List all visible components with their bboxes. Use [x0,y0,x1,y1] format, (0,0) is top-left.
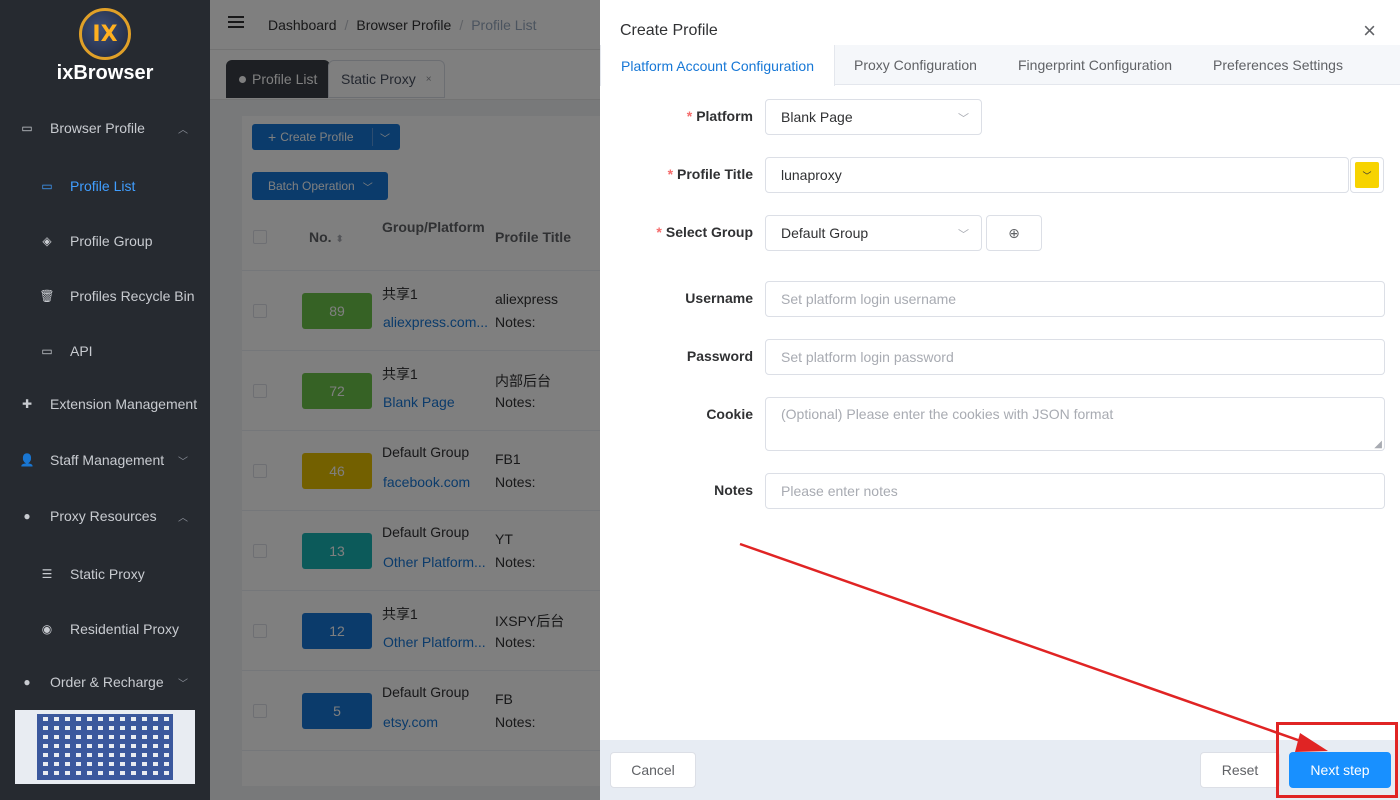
tab-proxy-configuration[interactable]: Proxy Configuration [834,45,997,85]
sidebar-item-staff-management[interactable]: 👤 Staff Management ﹀ [0,440,210,480]
notes-placeholder: Please enter notes [781,483,898,499]
chevron-down-icon: ﹀ [1355,162,1379,188]
sidebar-item-api[interactable]: ▭ API [0,331,210,371]
group-value: Default Group [781,225,869,241]
username-label: Username [685,290,753,306]
sidebar-item-label: Extension Management [50,396,198,412]
sidebar-item-label: Static Proxy [70,566,145,582]
profile-title-value: lunaproxy [781,167,842,183]
sidebar-item-recycle-bin[interactable]: 🗑 Profiles Recycle Bin [0,276,210,316]
plus-circle-icon: ⊕ [1008,224,1020,241]
chevron-down-icon: ﹀ [958,229,969,241]
notes-label: Notes [714,482,753,498]
sidebar-item-label: Residential Proxy [70,621,179,637]
chevron-up-icon: ︿ [178,512,188,524]
resize-handle-icon[interactable]: ◢ [1374,439,1382,450]
profile-title-input[interactable]: lunaproxy [765,157,1349,193]
username-placeholder: Set platform login username [781,291,957,307]
select-group-label: * Select Group [656,224,753,240]
modal-overlay[interactable] [210,0,600,800]
calendar-icon: ▭ [41,344,53,358]
sidebar-item-label: Profiles Recycle Bin [70,288,195,304]
dashboard-icon: ◉ [41,622,53,636]
sidebar-item-label: Staff Management [50,452,165,468]
sidebar-item-label: Order & Recharge [50,674,164,690]
password-label: Password [686,348,753,364]
layers-icon: ◈ [42,234,52,248]
add-group-button[interactable]: ⊕ [986,215,1042,251]
cookie-textarea[interactable]: (Optional) Please enter the cookies with… [765,397,1385,451]
annotation-highlight-box [1276,722,1398,798]
cancel-button[interactable]: Cancel [610,752,696,788]
sidebar-item-profile-list[interactable]: ▭ Profile List [0,166,210,206]
color-picker[interactable]: ﹀ [1350,157,1384,193]
trash-icon: 🗑 [39,289,55,303]
sidebar-item-profile-group[interactable]: ◈ Profile Group [0,221,210,261]
profile-title-label: * Profile Title [667,166,753,182]
list-icon: ☰ [41,567,53,581]
platform-label: * Platform [686,108,753,124]
puzzle-icon: ✚ [21,397,33,411]
create-profile-drawer: Create Profile × Platform Account Config… [600,0,1400,800]
tab-fingerprint-configuration[interactable]: Fingerprint Configuration [998,45,1192,85]
logo[interactable]: IX ixBrowser [0,8,210,85]
reset-button[interactable]: Reset [1200,752,1280,788]
qr-code-image [15,710,195,784]
sidebar: IX ixBrowser ▭ Browser Profile ︿ ▭ Profi… [0,0,210,800]
notes-input[interactable]: Please enter notes [765,473,1385,509]
platform-select[interactable]: Blank Page ﹀ [765,99,982,135]
calendar-icon: ▭ [41,179,53,193]
sidebar-item-label: Browser Profile [50,120,145,136]
sidebar-item-label: Profile Group [70,233,153,249]
sidebar-item-label: Proxy Resources [50,508,157,524]
sidebar-item-extension-management[interactable]: ✚ Extension Management [0,384,210,424]
logo-icon: IX [79,8,131,60]
sidebar-item-browser-profile[interactable]: ▭ Browser Profile ︿ [0,108,210,148]
sidebar-item-proxy-resources[interactable]: ● Proxy Resources ︿ [0,496,210,536]
chevron-down-icon: ﹀ [958,113,969,125]
tab-preferences-settings[interactable]: Preferences Settings [1193,45,1363,85]
sidebar-item-order-recharge[interactable]: ● Order & Recharge ﹀ [0,662,210,702]
drawer-title: Create Profile [620,22,718,39]
calendar-icon: ▭ [21,121,33,135]
username-input[interactable]: Set platform login username [765,281,1385,317]
logo-text: ixBrowser [56,62,154,84]
group-select[interactable]: Default Group ﹀ [765,215,982,251]
password-placeholder: Set platform login password [781,349,954,365]
chevron-up-icon: ︿ [178,124,188,136]
close-icon[interactable]: × [1363,20,1376,42]
platform-value: Blank Page [781,109,853,125]
sidebar-item-label: API [70,343,93,359]
sidebar-item-label: Profile List [70,178,136,194]
globe-icon: ● [23,509,31,523]
chevron-down-icon: ﹀ [178,678,188,690]
drawer-tabs: Platform Account Configuration Proxy Con… [600,45,1400,86]
sidebar-item-residential-proxy[interactable]: ◉ Residential Proxy [0,609,210,649]
cookie-label: Cookie [706,406,753,422]
cookie-placeholder: (Optional) Please enter the cookies with… [781,406,1114,422]
user-icon: 👤 [19,453,35,467]
coin-icon: ● [23,675,31,689]
sidebar-item-static-proxy[interactable]: ☰ Static Proxy [0,554,210,594]
password-input[interactable]: Set platform login password [765,339,1385,375]
chevron-down-icon: ﹀ [178,456,188,468]
tab-platform-account-configuration[interactable]: Platform Account Configuration [600,45,835,86]
